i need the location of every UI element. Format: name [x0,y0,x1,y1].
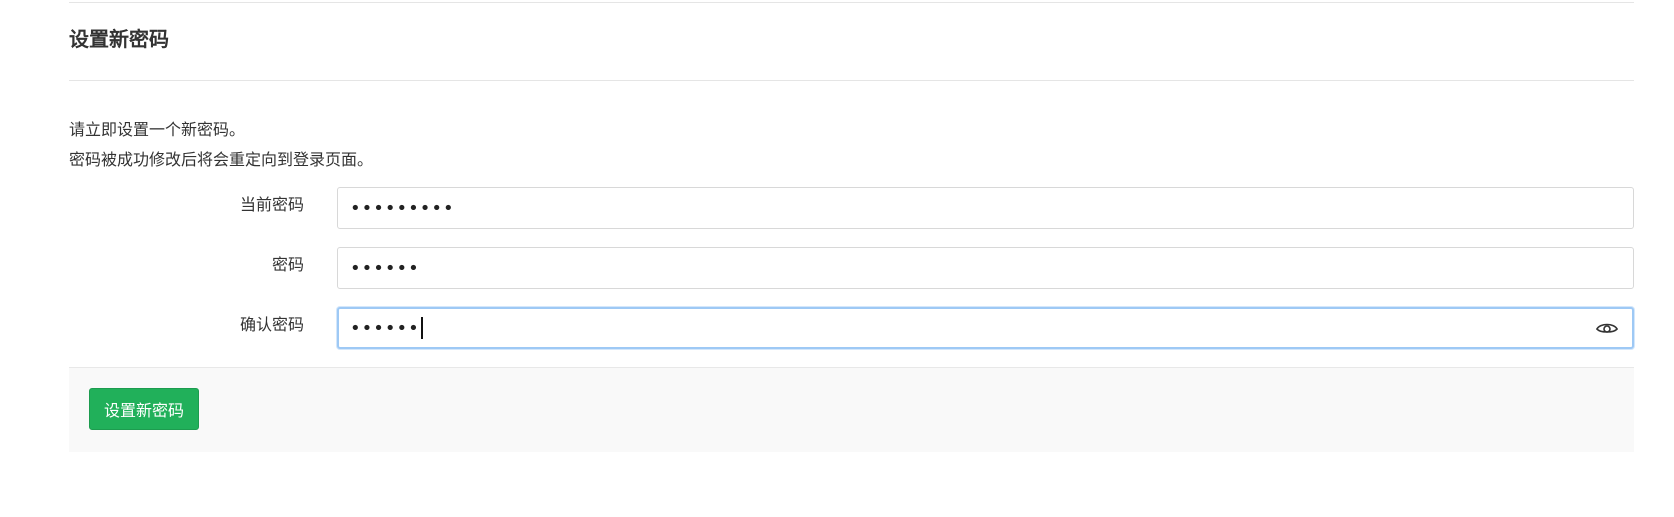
new-password-input[interactable]: •••••• [337,247,1634,289]
new-password-row: 密码 •••••• [69,247,1634,289]
current-password-label: 当前密码 [239,195,304,214]
confirm-password-label: 确认密码 [239,315,304,334]
set-new-password-button[interactable]: 设置新密码 [89,388,200,430]
confirm-password-row: 确认密码 •••••• [69,307,1634,349]
intro-line-2: 密码被成功修改后将会重定向到登录页面。 [69,150,374,169]
password-form: 当前密码 ••••••••• 密码 •••••• 确认密码 •••••• [69,187,1634,349]
confirm-password-value: •••••• [350,317,420,339]
panel-heading: 设置新密码 [69,3,1634,81]
new-password-label: 密码 [271,255,304,274]
current-password-value: ••••••••• [350,197,455,219]
current-password-row: 当前密码 ••••••••• [69,187,1634,229]
new-password-value: •••••• [350,257,420,279]
eye-icon[interactable] [1596,320,1618,336]
intro-text: 请立即设置一个新密码。 密码被成功修改后将会重定向到登录页面。 [69,115,1634,175]
panel-footer: 设置新密码 [69,367,1634,452]
page-title: 设置新密码 [69,27,169,51]
change-password-panel: 设置新密码 请立即设置一个新密码。 密码被成功修改后将会重定向到登录页面。 当前… [69,2,1634,452]
text-caret [420,317,423,339]
current-password-input[interactable]: ••••••••• [337,187,1634,229]
panel-body: 请立即设置一个新密码。 密码被成功修改后将会重定向到登录页面。 当前密码 •••… [69,81,1634,349]
intro-line-1: 请立即设置一个新密码。 [69,120,246,139]
confirm-password-input[interactable]: •••••• [337,307,1634,349]
